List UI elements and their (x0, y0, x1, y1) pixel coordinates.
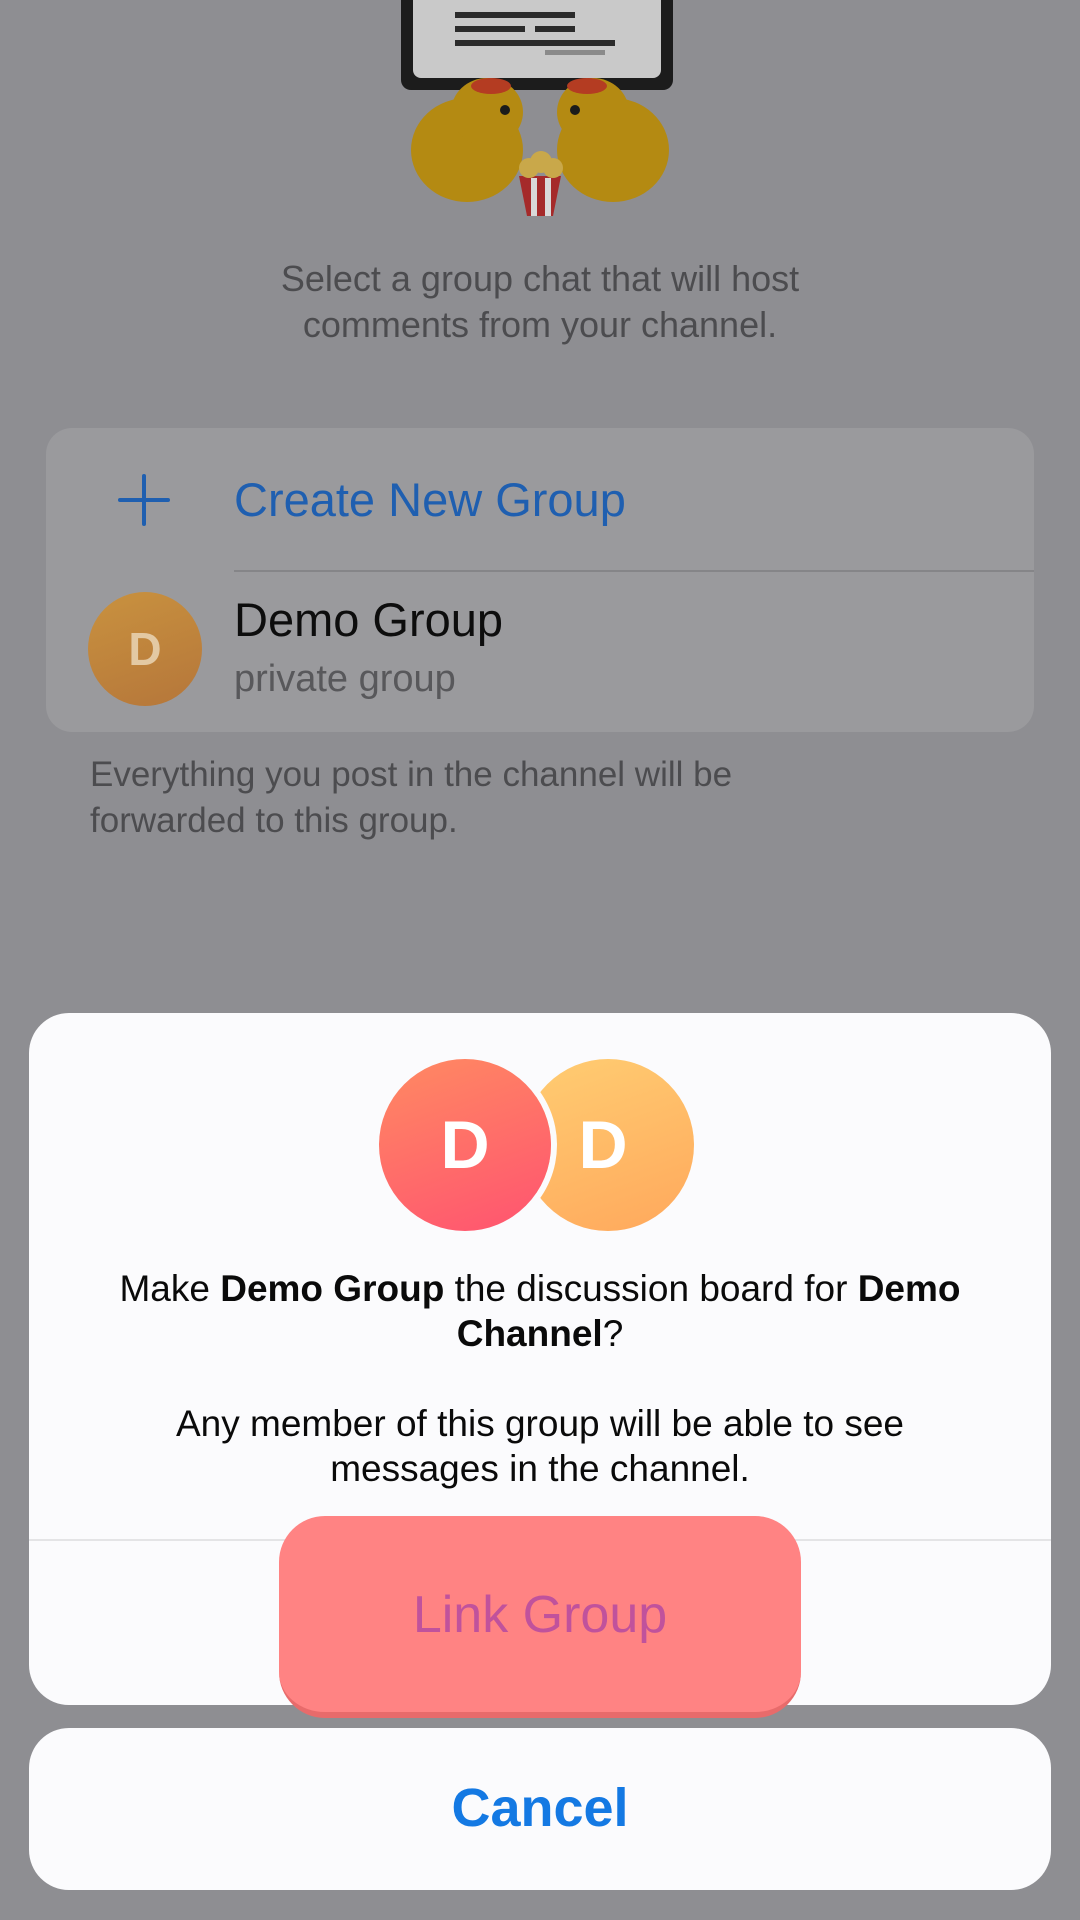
cancel-button[interactable]: Cancel (29, 1728, 1051, 1890)
msg-channel-name-part2: Channel (456, 1313, 603, 1354)
avatar: D (88, 592, 202, 706)
msg-detail-line: Any member of this group will be able to… (175, 1403, 905, 1444)
footer-line: forwarded to this group. (90, 801, 458, 840)
msg-middle: the discussion board for (444, 1268, 858, 1309)
link-group-button[interactable]: Link Group (279, 1516, 801, 1718)
cancel-label: Cancel (451, 1778, 629, 1838)
create-new-group-label: Create New Group (234, 473, 626, 526)
description-line: comments from your channel. (302, 304, 778, 345)
group-selection-description: Select a group chat that will host comme… (0, 256, 1080, 348)
msg-detail-line: messages in the channel. (330, 1448, 750, 1489)
create-new-group-row[interactable]: Create New Group (46, 428, 1034, 570)
link-group-label: Link Group (412, 1586, 668, 1644)
msg-group-name: Demo Group (220, 1268, 445, 1309)
group-avatar: D (379, 1059, 551, 1231)
link-confirmation-message: Make Demo Group the discussion board for… (59, 1266, 1021, 1491)
group-type: private group (234, 658, 456, 700)
group-list-card: Create New Group D Demo Group private gr… (46, 428, 1034, 732)
group-row-demo-group[interactable]: D Demo Group private group (46, 572, 1034, 732)
msg-suffix: ? (602, 1313, 624, 1354)
msg-prefix: Make (119, 1268, 221, 1309)
footer-line: Everything you post in the channel will … (90, 755, 733, 794)
group-name: Demo Group (234, 593, 504, 646)
msg-channel-name-part1: Demo (857, 1268, 961, 1309)
plus-icon (118, 474, 170, 526)
forwarding-note: Everything you post in the channel will … (90, 752, 990, 844)
ducks-popcorn-sticker (401, 0, 673, 216)
description-line: Select a group chat that will host (280, 258, 800, 299)
